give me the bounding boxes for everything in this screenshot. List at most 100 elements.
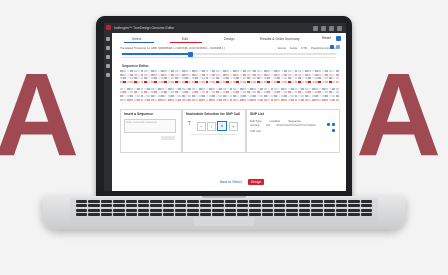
sidebar-list-icon[interactable] [106, 64, 110, 68]
tab-design[interactable]: Design [224, 35, 235, 43]
keyboard-key [335, 208, 348, 212]
snp-col-location: Location [269, 119, 281, 123]
keyboard-key [286, 200, 298, 203]
keyboard-key [224, 212, 236, 216]
settings-icon[interactable] [329, 25, 334, 31]
keyboard-key [274, 208, 286, 212]
delete-icon[interactable] [332, 123, 335, 126]
keyboard-key [261, 204, 273, 208]
keyboard-key [76, 212, 88, 216]
user-icon[interactable] [337, 25, 342, 31]
tab-edit-underline [170, 42, 202, 43]
sequence-ruler [122, 57, 336, 58]
keyboard-key [298, 204, 311, 208]
keyboard-key [137, 208, 150, 212]
keyboard-key [261, 212, 273, 216]
workflow-tabs: Select Edit Design Results & Order Summa… [112, 35, 346, 43]
keyboard-key [286, 212, 298, 216]
keyboard-key [311, 212, 323, 216]
table-row[interactable]: Insertion 110 ATGGTGCATCTGACTCCTGAGG [250, 124, 336, 127]
keyboard-key [249, 212, 261, 216]
laptop-screen: Invitrogen™ TrueDesign Genome Editor Sel… [104, 23, 346, 191]
sequence-track-5 [120, 88, 339, 90]
snp-row-1-type: Insertion [250, 124, 260, 127]
sidebar-cart-icon[interactable] [106, 73, 110, 77]
keyboard-key [100, 204, 113, 208]
design-next-button[interactable]: Design [248, 179, 264, 185]
toolbar-exons[interactable]: Exons [278, 46, 286, 50]
toolbar-utr[interactable]: UTR [301, 46, 307, 50]
app-sidebar [104, 33, 112, 191]
keyboard-key [249, 208, 261, 212]
keyboard-key [100, 200, 113, 203]
back-to-select-button[interactable]: Back to Select [220, 180, 242, 184]
stepper-prev-button[interactable]: ‹ [207, 122, 216, 131]
snp-row-2-type: SNP Call [250, 130, 261, 133]
keyboard-key [224, 208, 236, 212]
sequence-cell [335, 81, 339, 83]
tab-results[interactable]: Results & Order Summary [260, 35, 300, 43]
app-titlebar: Invitrogen™ TrueDesign Genome Editor [104, 23, 346, 33]
zoom-icon[interactable] [336, 45, 340, 49]
keyboard-key [88, 204, 100, 208]
edit-icon[interactable] [327, 123, 330, 126]
sidebar-edit-icon[interactable] [106, 55, 110, 59]
keyboard-key [261, 200, 273, 203]
stepper-increment-button[interactable]: + [229, 122, 238, 131]
sidebar-home-icon[interactable] [106, 37, 110, 41]
sequence-track-7 [120, 95, 339, 97]
keyboard-key [125, 212, 137, 216]
snp-list-panel: SNP List Edit Type Location Sequence Ins… [246, 109, 340, 153]
keyboard-key [360, 208, 372, 212]
transcript-label: Translated Transcript for HBB, NM000518,… [120, 46, 225, 50]
keyboard-key [348, 204, 360, 208]
keyboard-key [236, 204, 249, 208]
keyboard-key [236, 200, 249, 203]
sequence-cell [335, 95, 339, 97]
keyboard-key [113, 212, 125, 216]
sequence-track-6 [120, 91, 339, 93]
view-toolbar: Exons Guide UTR Predicting Annotation [278, 46, 337, 50]
sidebar-folder-icon[interactable] [106, 46, 110, 50]
position-slider-thumb[interactable] [187, 51, 193, 57]
keyboard-key [113, 200, 125, 203]
stepper-decrement-button[interactable]: − [197, 122, 206, 131]
keyboard-key [298, 200, 311, 203]
keyboard-key [311, 208, 323, 212]
keyboard-key [323, 200, 335, 203]
table-row[interactable]: SNP Call [250, 130, 336, 133]
search-icon[interactable] [330, 45, 334, 49]
sequence-cell [335, 88, 339, 90]
keyboard-key [88, 208, 100, 212]
help-icon[interactable] [321, 25, 326, 31]
snp-row-1-location: 110 [265, 124, 271, 127]
keyboard-key [187, 212, 199, 216]
sequence-cell [335, 77, 339, 79]
insert-add-button[interactable] [161, 136, 175, 140]
delete-icon[interactable] [332, 129, 335, 132]
keyboard-key [335, 212, 348, 216]
nucleotide-selection-title: Nucleotide Selection for SNP Call [186, 112, 240, 116]
keyboard-key [199, 200, 212, 203]
keyboard-key [311, 200, 323, 203]
keyboard-key [76, 200, 88, 203]
keyboard-key [187, 204, 199, 208]
keyboard-key [175, 204, 187, 208]
notification-icon[interactable] [313, 25, 318, 31]
keyboard-key [323, 208, 335, 212]
keyboard-key [199, 208, 212, 212]
keyboard-key [88, 212, 100, 216]
laptop-keyboard [76, 200, 372, 216]
app-title: Invitrogen™ TrueDesign Genome Editor [114, 26, 175, 30]
nucleotide-stepper-value[interactable]: A [217, 121, 227, 131]
keyboard-key [212, 204, 224, 208]
keyboard-key [348, 208, 360, 212]
keyboard-key [236, 208, 249, 212]
grid-icon[interactable] [336, 36, 341, 41]
insert-sequence-input[interactable]: Enter nucleotide sequence [124, 119, 176, 133]
position-slider[interactable] [122, 53, 336, 55]
keyboard-key [348, 212, 360, 216]
reset-button[interactable]: Reset [322, 36, 331, 41]
toolbar-guide[interactable]: Guide [290, 46, 297, 50]
keyboard-key [261, 208, 273, 212]
